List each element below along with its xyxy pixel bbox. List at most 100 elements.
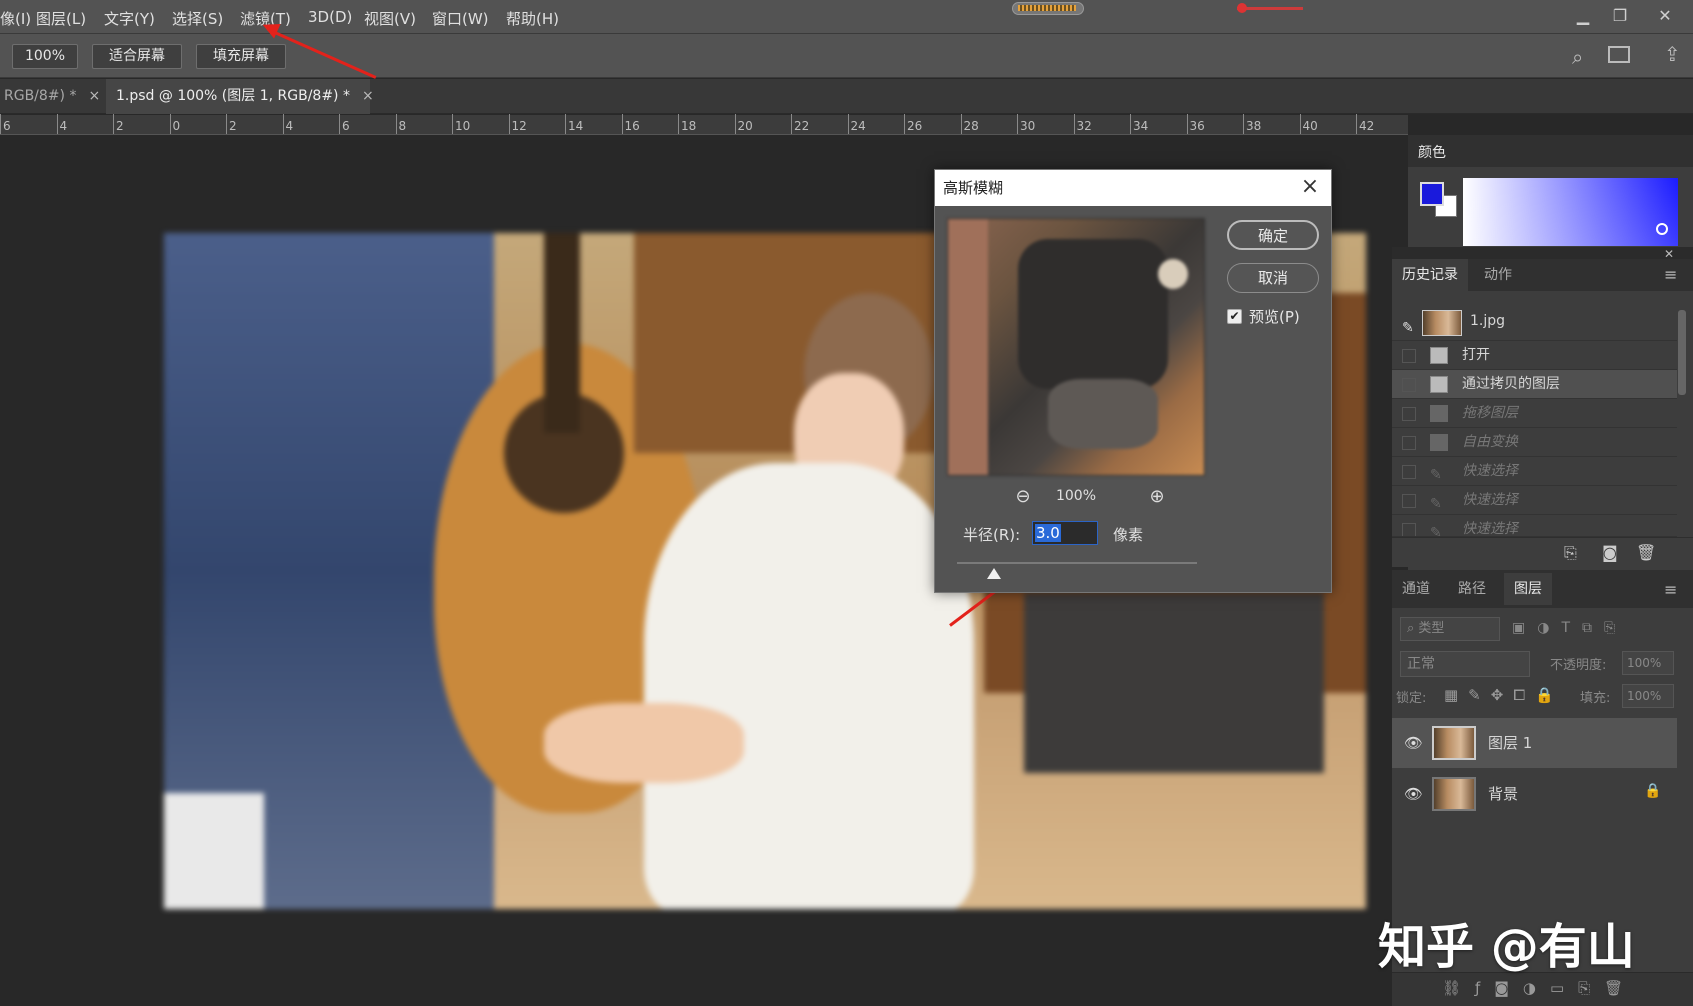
color-panel: 颜色 xyxy=(1408,135,1693,247)
quick-select-icon: ✎ xyxy=(1430,525,1442,537)
ruler-tick xyxy=(56,114,58,134)
history-step[interactable]: 打开 xyxy=(1392,341,1677,370)
tab-label: RGB/8#) * xyxy=(4,88,77,104)
new-document-icon[interactable]: ⎘ xyxy=(1564,543,1577,563)
eye-icon[interactable]: 👁 xyxy=(1404,785,1423,803)
menu-layer[interactable]: 图层(L) xyxy=(36,8,86,29)
menu-type[interactable]: 文字(Y) xyxy=(104,8,155,29)
history-step[interactable]: ✎ 快速选择 xyxy=(1392,457,1677,486)
tab-1psd[interactable]: 1.psd @ 100% (图层 1, RGB/8#) * × xyxy=(106,79,374,114)
ruler-tick xyxy=(452,114,453,134)
eye-icon[interactable]: 👁 xyxy=(1404,734,1423,752)
ruler-tick xyxy=(169,114,171,134)
zoom-out-icon[interactable]: ⊖ xyxy=(1013,487,1033,507)
history-step[interactable]: ✎ 快速选择 xyxy=(1392,486,1677,515)
lock-label: 锁定: xyxy=(1396,691,1427,706)
lock-icons[interactable]: ▦✎✥⧠🔒 xyxy=(1444,686,1564,704)
foreground-swatch[interactable] xyxy=(1420,182,1444,206)
layer-thumbnail xyxy=(1432,777,1476,811)
workspace-icon[interactable] xyxy=(1608,46,1630,63)
fill-screen-button[interactable]: 填充屏幕 xyxy=(196,44,286,69)
menu-select[interactable]: 选择(S) xyxy=(172,8,223,29)
ruler-label: 0 xyxy=(172,119,181,133)
filter-icons[interactable]: ▣◑T⧉⎘ xyxy=(1512,620,1627,636)
preview-label: 预览(P) xyxy=(1249,308,1300,326)
ruler-tick xyxy=(339,114,340,134)
color-panel-title: 颜色 xyxy=(1418,145,1446,161)
history-step[interactable]: 拖移图层 xyxy=(1392,399,1677,428)
history-scrollbar[interactable] xyxy=(1678,310,1686,395)
blur-preview[interactable] xyxy=(947,218,1205,476)
ruler-tick xyxy=(678,114,679,134)
color-picker-handle[interactable] xyxy=(1656,223,1668,235)
radius-slider-track[interactable] xyxy=(957,562,1197,564)
zoom-100-button[interactable]: 100% xyxy=(12,44,78,69)
menu-bar: 像(I) 图层(L) 文字(Y) 选择(S) 滤镜(T) 3D(D) 视图(V)… xyxy=(0,0,1693,34)
panel-menu-icon[interactable]: ≡ xyxy=(1664,265,1677,284)
trash-icon[interactable]: 🗑 xyxy=(1636,543,1656,562)
history-step-active[interactable]: 通过拷贝的图层 xyxy=(1392,370,1677,399)
document-icon xyxy=(1430,434,1448,451)
tab-channels[interactable]: 通道 xyxy=(1392,573,1440,605)
radius-input[interactable]: 3.0 xyxy=(1032,521,1098,545)
camera-icon[interactable]: ◙ xyxy=(1602,543,1618,562)
zoom-in-icon[interactable]: ⊕ xyxy=(1147,487,1167,507)
menu-view[interactable]: 视图(V) xyxy=(364,8,416,29)
layers-footer: ⛓ƒ◙◑▭⎘🗑 xyxy=(1392,972,1693,1006)
close-tab-icon[interactable]: × xyxy=(362,88,374,104)
ok-button[interactable]: 确定 xyxy=(1227,220,1319,250)
color-spectrum[interactable] xyxy=(1463,178,1678,246)
mini-slider-handle[interactable] xyxy=(1237,3,1247,13)
share-icon[interactable]: ⇪ xyxy=(1664,42,1681,66)
tab-label: 1.psd @ 100% (图层 1, RGB/8#) * xyxy=(116,88,350,104)
tab-layers[interactable]: 图层 xyxy=(1504,573,1552,605)
layer-row-layer1[interactable]: 👁 图层 1 xyxy=(1392,718,1677,768)
history-step[interactable]: 自由变换 xyxy=(1392,428,1677,457)
history-step[interactable]: ✎ 快速选择 xyxy=(1392,515,1677,537)
ruler-label: 26 xyxy=(907,119,923,133)
ruler-tick xyxy=(113,114,114,134)
opacity-input[interactable]: 100% xyxy=(1622,651,1674,675)
history-snapshot[interactable]: ✎ 1.jpg xyxy=(1392,305,1677,341)
ruler-label: 38 xyxy=(1246,119,1262,133)
ruler-tick xyxy=(1299,114,1301,134)
document-tabs: RGB/8#) * × 1.psd @ 100% (图层 1, RGB/8#) *… xyxy=(0,79,1693,114)
gaussian-blur-dialog: 高斯模糊 × 确定 取消 ✔ 预览(P) ⊖ 100% ⊕ 半径(R): 3.0… xyxy=(934,169,1332,593)
cancel-button[interactable]: 取消 xyxy=(1227,263,1319,293)
ruler-label: 8 xyxy=(398,119,407,133)
tab-actions[interactable]: 动作 xyxy=(1474,259,1522,291)
ruler-label: 36 xyxy=(1189,119,1205,133)
close-tab-icon[interactable]: × xyxy=(88,88,100,104)
fill-input[interactable]: 100% xyxy=(1622,684,1674,708)
ruler-tick xyxy=(791,114,792,134)
minimize-icon[interactable]: ▁ xyxy=(1568,4,1598,28)
close-panel-icon[interactable]: ✕ xyxy=(1664,247,1674,261)
document-icon xyxy=(1430,347,1448,364)
search-icon[interactable]: ⌕ xyxy=(1572,45,1583,69)
ruler-tick xyxy=(282,114,284,134)
layer-row-background[interactable]: 👁 背景 🔒 xyxy=(1392,769,1677,819)
panel-menu-icon[interactable]: ≡ xyxy=(1664,580,1677,599)
layer-filter-select[interactable]: ⌕ 类型 xyxy=(1400,617,1500,641)
layer-action-icons[interactable]: ⛓ƒ◙◑▭⎘🗑 xyxy=(1442,979,1637,997)
tab-paths[interactable]: 路径 xyxy=(1448,573,1496,605)
menu-help[interactable]: 帮助(H) xyxy=(506,8,559,29)
tab-rgb[interactable]: RGB/8#) * × xyxy=(0,79,102,114)
close-window-icon[interactable]: ✕ xyxy=(1650,4,1680,28)
lock-icon: 🔒 xyxy=(1644,783,1662,799)
menu-window[interactable]: 窗口(W) xyxy=(432,8,489,29)
radius-slider-handle[interactable] xyxy=(987,568,1001,579)
menu-3d[interactable]: 3D(D) xyxy=(308,8,352,26)
fit-screen-button[interactable]: 适合屏幕 xyxy=(92,44,182,69)
ruler-label: 28 xyxy=(963,119,979,133)
blend-mode-select[interactable]: 正常 xyxy=(1400,651,1530,677)
tab-history[interactable]: 历史记录 xyxy=(1392,259,1468,291)
menu-image[interactable]: 像(I) xyxy=(0,8,31,29)
ruler-label: 24 xyxy=(850,119,866,133)
restore-icon[interactable]: ❐ xyxy=(1605,4,1635,28)
layer-name: 背景 xyxy=(1488,785,1519,803)
preview-checkbox[interactable]: ✔ xyxy=(1227,309,1242,324)
layer-thumbnail xyxy=(1432,726,1476,760)
close-icon[interactable]: × xyxy=(1297,174,1323,200)
opacity-label: 不透明度: xyxy=(1550,658,1607,673)
